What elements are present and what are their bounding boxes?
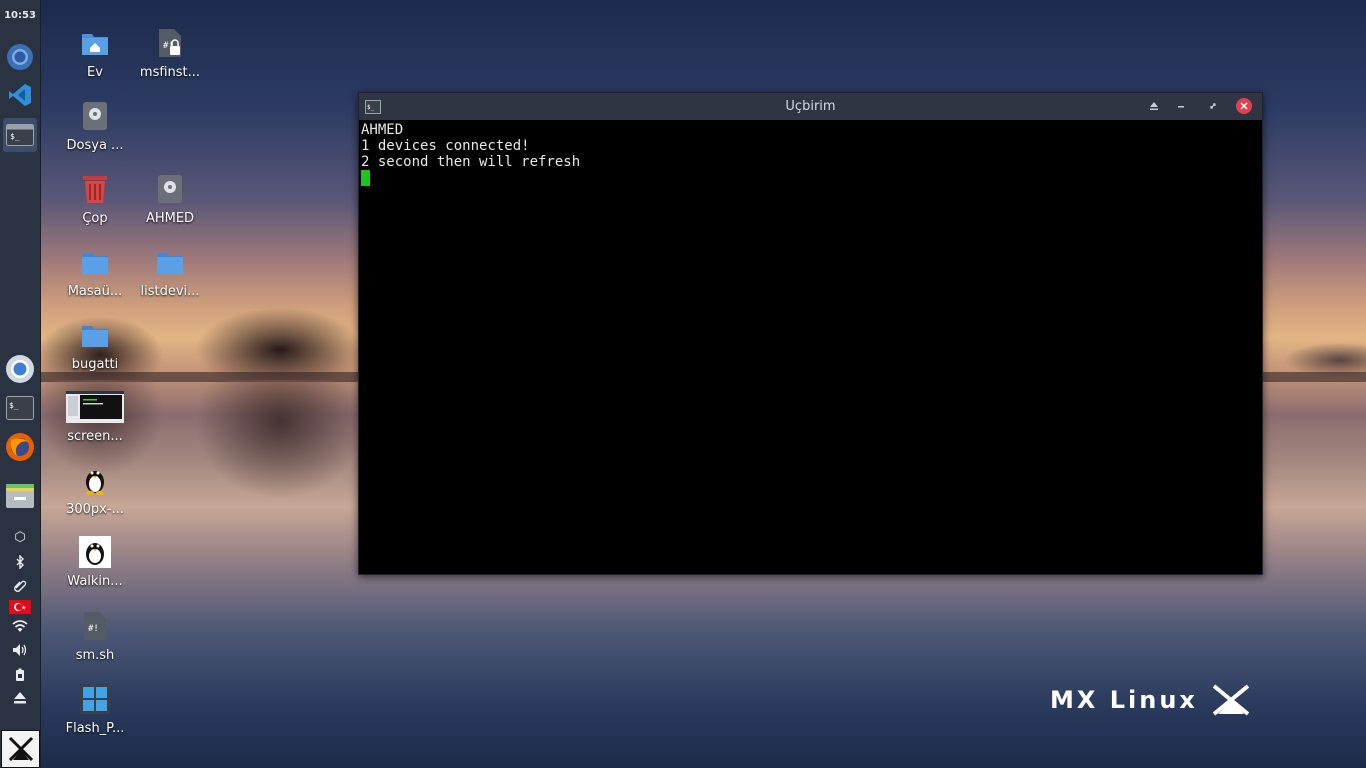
- desktop-icon-dosya[interactable]: Dosya ...: [58, 99, 132, 153]
- close-button[interactable]: [1236, 98, 1252, 114]
- chromium-launcher[interactable]: [3, 352, 37, 386]
- mx-logo-icon: [8, 736, 33, 762]
- eject-icon[interactable]: [0, 690, 40, 704]
- desktop-icon-label: listdevi...: [140, 284, 200, 299]
- desktop-icon-label: msfinst...: [139, 65, 201, 80]
- close-icon: [1240, 102, 1248, 110]
- tux-image-icon: [79, 536, 111, 568]
- home-folder-icon: [82, 34, 108, 55]
- desktop-icon-label: AHMED: [145, 211, 195, 226]
- wallpaper-logo: MX Linux: [1050, 684, 1254, 716]
- bluetooth-icon[interactable]: [0, 555, 40, 569]
- file-manager-icon: [6, 484, 34, 508]
- desktop-icon-masaustu[interactable]: Masaü...: [58, 245, 132, 299]
- battery-icon[interactable]: [0, 668, 40, 682]
- firefox-icon: [6, 433, 34, 461]
- folder-icon: [157, 253, 183, 274]
- browser-launcher[interactable]: [3, 40, 37, 74]
- desktop-icon-screenshot[interactable]: screen...: [58, 390, 132, 444]
- maximize-button[interactable]: [1205, 98, 1221, 114]
- desktop-icon-listdevices[interactable]: listdevi...: [133, 245, 207, 299]
- side-panel: 10:53 $_ $_ ⬡ ★: [0, 0, 41, 768]
- chromium-icon: [7, 44, 33, 70]
- drive-icon: [158, 175, 182, 203]
- desktop-icon-sm-sh[interactable]: #! sm.sh: [58, 609, 132, 663]
- folder-icon: [82, 326, 108, 347]
- desktop-icon-walking[interactable]: Walkin...: [58, 535, 132, 589]
- wallpaper-logo-text: MX Linux: [1050, 686, 1198, 714]
- shade-button[interactable]: [1146, 98, 1162, 114]
- desktop-icon-label: bugatti: [71, 357, 119, 372]
- panel-clock[interactable]: 10:53: [0, 10, 40, 21]
- terminal-window[interactable]: $_ Uçbirim AHMED 1 devices connected! 2 se…: [358, 92, 1263, 575]
- desktop-icon-ev[interactable]: Ev: [58, 26, 132, 80]
- terminal-launcher[interactable]: $_: [3, 391, 37, 425]
- terminal-line: AHMED: [361, 122, 404, 138]
- chromium-icon: [6, 355, 34, 383]
- desktop-icon-ahmed[interactable]: AHMED: [133, 172, 207, 226]
- terminal-output[interactable]: AHMED 1 devices connected! 2 second then w…: [359, 120, 1262, 192]
- minimize-icon: [1178, 106, 1184, 108]
- locked-script-icon: #!: [159, 29, 181, 57]
- eject-icon: [1150, 102, 1158, 110]
- window-title: Uçbirim: [785, 99, 836, 114]
- svg-text:#!: #!: [88, 624, 99, 634]
- vscode-icon: [9, 84, 31, 106]
- desktop-icon-label: Masaü...: [67, 284, 123, 299]
- desktop-icon-label: screen...: [67, 429, 123, 444]
- trash-icon: [83, 176, 107, 203]
- mx-logo-icon: [1212, 684, 1250, 716]
- terminal-icon: $_: [6, 124, 34, 146]
- editor-launcher[interactable]: [3, 78, 37, 112]
- firefox-launcher[interactable]: [3, 430, 37, 464]
- app-grid-icon: [80, 684, 110, 714]
- svg-text:$_: $_: [9, 401, 19, 410]
- desktop-icon-cop[interactable]: Çop: [58, 172, 132, 226]
- terminal-task[interactable]: $_: [3, 118, 37, 152]
- screenshot-thumbnail-icon: [66, 391, 124, 423]
- terminal-line: 1 devices connected!: [361, 138, 530, 154]
- minimize-button[interactable]: [1173, 98, 1189, 114]
- svg-text:$_: $_: [10, 132, 20, 141]
- terminal-icon: $_: [6, 396, 34, 420]
- desktop-icon-label: 300px-...: [66, 502, 124, 517]
- desktop-icon-300px[interactable]: 300px-...: [58, 463, 132, 517]
- maximize-icon: [1210, 103, 1216, 109]
- desktop-icon-label: Flash_P...: [65, 721, 125, 736]
- terminal-cursor: [361, 170, 370, 186]
- terminal-line: 2 second then will refresh: [361, 154, 581, 170]
- package-icon[interactable]: ⬡: [0, 530, 40, 545]
- folder-icon: [82, 253, 108, 274]
- svg-text:★: ★: [21, 605, 26, 612]
- desktop-icon-flash[interactable]: Flash_P...: [58, 682, 132, 736]
- start-menu-button[interactable]: [1, 730, 40, 768]
- desktop-icon-label: Dosya ...: [66, 138, 124, 153]
- desktop-icon-label: Ev: [87, 65, 103, 80]
- clip-icon[interactable]: [0, 579, 40, 593]
- desktop-icon-msfinst[interactable]: #! msfinst...: [133, 26, 207, 80]
- desktop-icon-label: Çop: [82, 211, 108, 226]
- desktop-icon-label: Walkin...: [67, 574, 123, 589]
- script-icon: #!: [84, 612, 106, 640]
- window-titlebar[interactable]: $_ Uçbirim: [359, 93, 1262, 120]
- drive-icon: [83, 102, 107, 130]
- volume-icon[interactable]: [0, 643, 40, 657]
- desktop-icon-bugatti[interactable]: bugatti: [58, 318, 132, 372]
- tux-icon: [86, 471, 104, 495]
- flag-tr-icon[interactable]: ★: [0, 600, 40, 614]
- file-manager-launcher[interactable]: [3, 479, 37, 513]
- wifi-icon[interactable]: [0, 619, 40, 633]
- desktop-icon-label: sm.sh: [75, 648, 115, 663]
